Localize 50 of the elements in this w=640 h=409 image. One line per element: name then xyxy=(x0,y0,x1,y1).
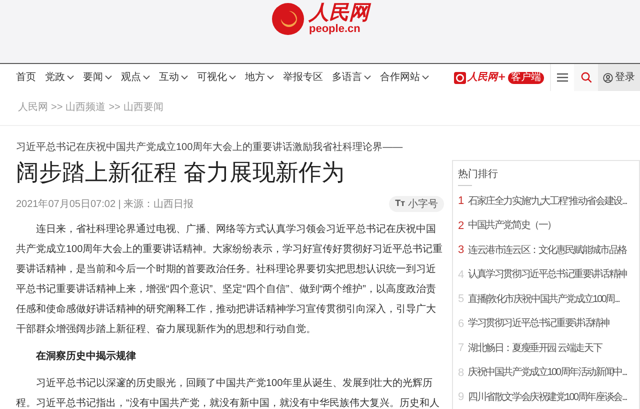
ranking-link[interactable]: 学习贯彻习近平总书记重要讲话精神 xyxy=(468,316,609,332)
logo-name: 人民网 xyxy=(309,2,369,22)
login-button[interactable]: 登录 xyxy=(598,64,640,91)
ranking-link[interactable]: 庆祝中国共产党成立100周年活动新闻中... xyxy=(468,365,627,380)
app-badge: 客户端 xyxy=(508,72,544,84)
nav-link[interactable]: 互动 xyxy=(159,70,188,85)
user-icon xyxy=(603,72,613,82)
chevron-down-icon xyxy=(181,75,188,80)
nav-link[interactable]: 举报专区 xyxy=(283,70,323,85)
chevron-down-icon xyxy=(364,75,371,80)
article-meta: 2021年07月05日07:02 | 来源：山西日报 xyxy=(16,198,194,212)
ranking-link[interactable]: 石家庄全力实施“九大工程”推动省会建设... xyxy=(468,194,627,209)
rank-number: 1 xyxy=(458,194,466,209)
chevron-down-icon xyxy=(143,75,150,80)
chevron-down-icon xyxy=(67,75,74,80)
ranking-link[interactable]: 四川省散文学会庆祝建党100周年座谈会... xyxy=(468,390,627,405)
logo-domain: people.cn xyxy=(309,24,360,35)
nav-link[interactable]: 首页 xyxy=(16,70,36,85)
article-paragraph: 连日来，省社科理论界通过电视、广播、网络等方式认真学习领会习近平总书记在庆祝中国共产党成立100周年大会上的重要讲话精神。大家纷纷表示，学习好宣传好贯彻好习近平总书记重要讲话精神，是当前和今后一个时期的首要政治任务。社科理论界要切实把思想认识统一到习近平总书记重要讲话精神上来，增强“四个意识”、坚定“四个自信”、做到“两个维护”，以高度政治责任感和使命感做好讲话精神的研究阐释工作，推动把讲话精神学习宣传贯彻引向深入，引导广大干部群众增强阔步踏上新征程、奋力展现新作为的思想和行动自觉。 xyxy=(16,222,444,337)
breadcrumb-separator: >> xyxy=(51,101,63,115)
app-link[interactable]: 人民网+ 客户端 xyxy=(454,70,544,85)
breadcrumb-separator: >> xyxy=(108,101,120,115)
nav-link[interactable]: 要闻 xyxy=(83,70,112,85)
article-paragraph: 习近平总书记以深邃的历史眼光，回顾了中国共产党100年里从诞生、发展到壮大的光辉历程。习近平总书记指出，“没有中国共产党，就没有新中国，就没有中华民族伟大复兴。历史和人 xyxy=(16,376,440,409)
nav-link[interactable]: 可视化 xyxy=(197,70,236,85)
chevron-down-icon xyxy=(105,75,112,80)
app-name: 人民网+ xyxy=(468,70,506,85)
chevron-down-icon xyxy=(267,75,274,80)
chevron-down-icon xyxy=(422,75,429,80)
nav-link[interactable]: 多语言 xyxy=(332,70,371,85)
nav-link[interactable]: 合作网站 xyxy=(380,70,429,85)
app-logo-icon xyxy=(454,72,466,84)
article-kicker: 习近平总书记在庆祝中国共产党成立100周年大会上的重要讲话激励我省社科理论界—— xyxy=(16,140,404,155)
ranking-link[interactable]: 认真学习贯彻习近平总书记重要讲话精神 xyxy=(468,267,626,282)
chevron-down-icon xyxy=(229,75,236,80)
logo-swirl-icon xyxy=(271,2,305,36)
ranking-link[interactable]: 直播|敦化市庆祝中国共产党成立100周... xyxy=(468,292,620,307)
section-heading: 在洞察历史中揭示规律 xyxy=(34,350,137,364)
ranking-link[interactable]: 湖北畅日：夏瘦垂开园 云端走天下 xyxy=(468,340,602,356)
nav-link[interactable]: 党政 xyxy=(45,70,74,85)
ranking-link[interactable]: 连云港市连云区：文化惠民赋能城市品格 xyxy=(468,242,626,258)
search-icon[interactable] xyxy=(574,64,598,91)
font-size-button[interactable]: Tт 小字号 xyxy=(389,196,444,212)
nav-link[interactable]: 地方 xyxy=(245,70,274,85)
rank-number: 3 xyxy=(458,243,466,258)
rank-number: 2 xyxy=(458,218,466,234)
ranking-title: 热门排行 xyxy=(458,168,499,182)
nav-link[interactable]: 观点 xyxy=(121,70,150,85)
article-title: 阔步踏上新征程 奋力展现新作为 xyxy=(16,158,346,187)
ranking-link[interactable]: 中国共产党简史（一） xyxy=(468,218,556,234)
